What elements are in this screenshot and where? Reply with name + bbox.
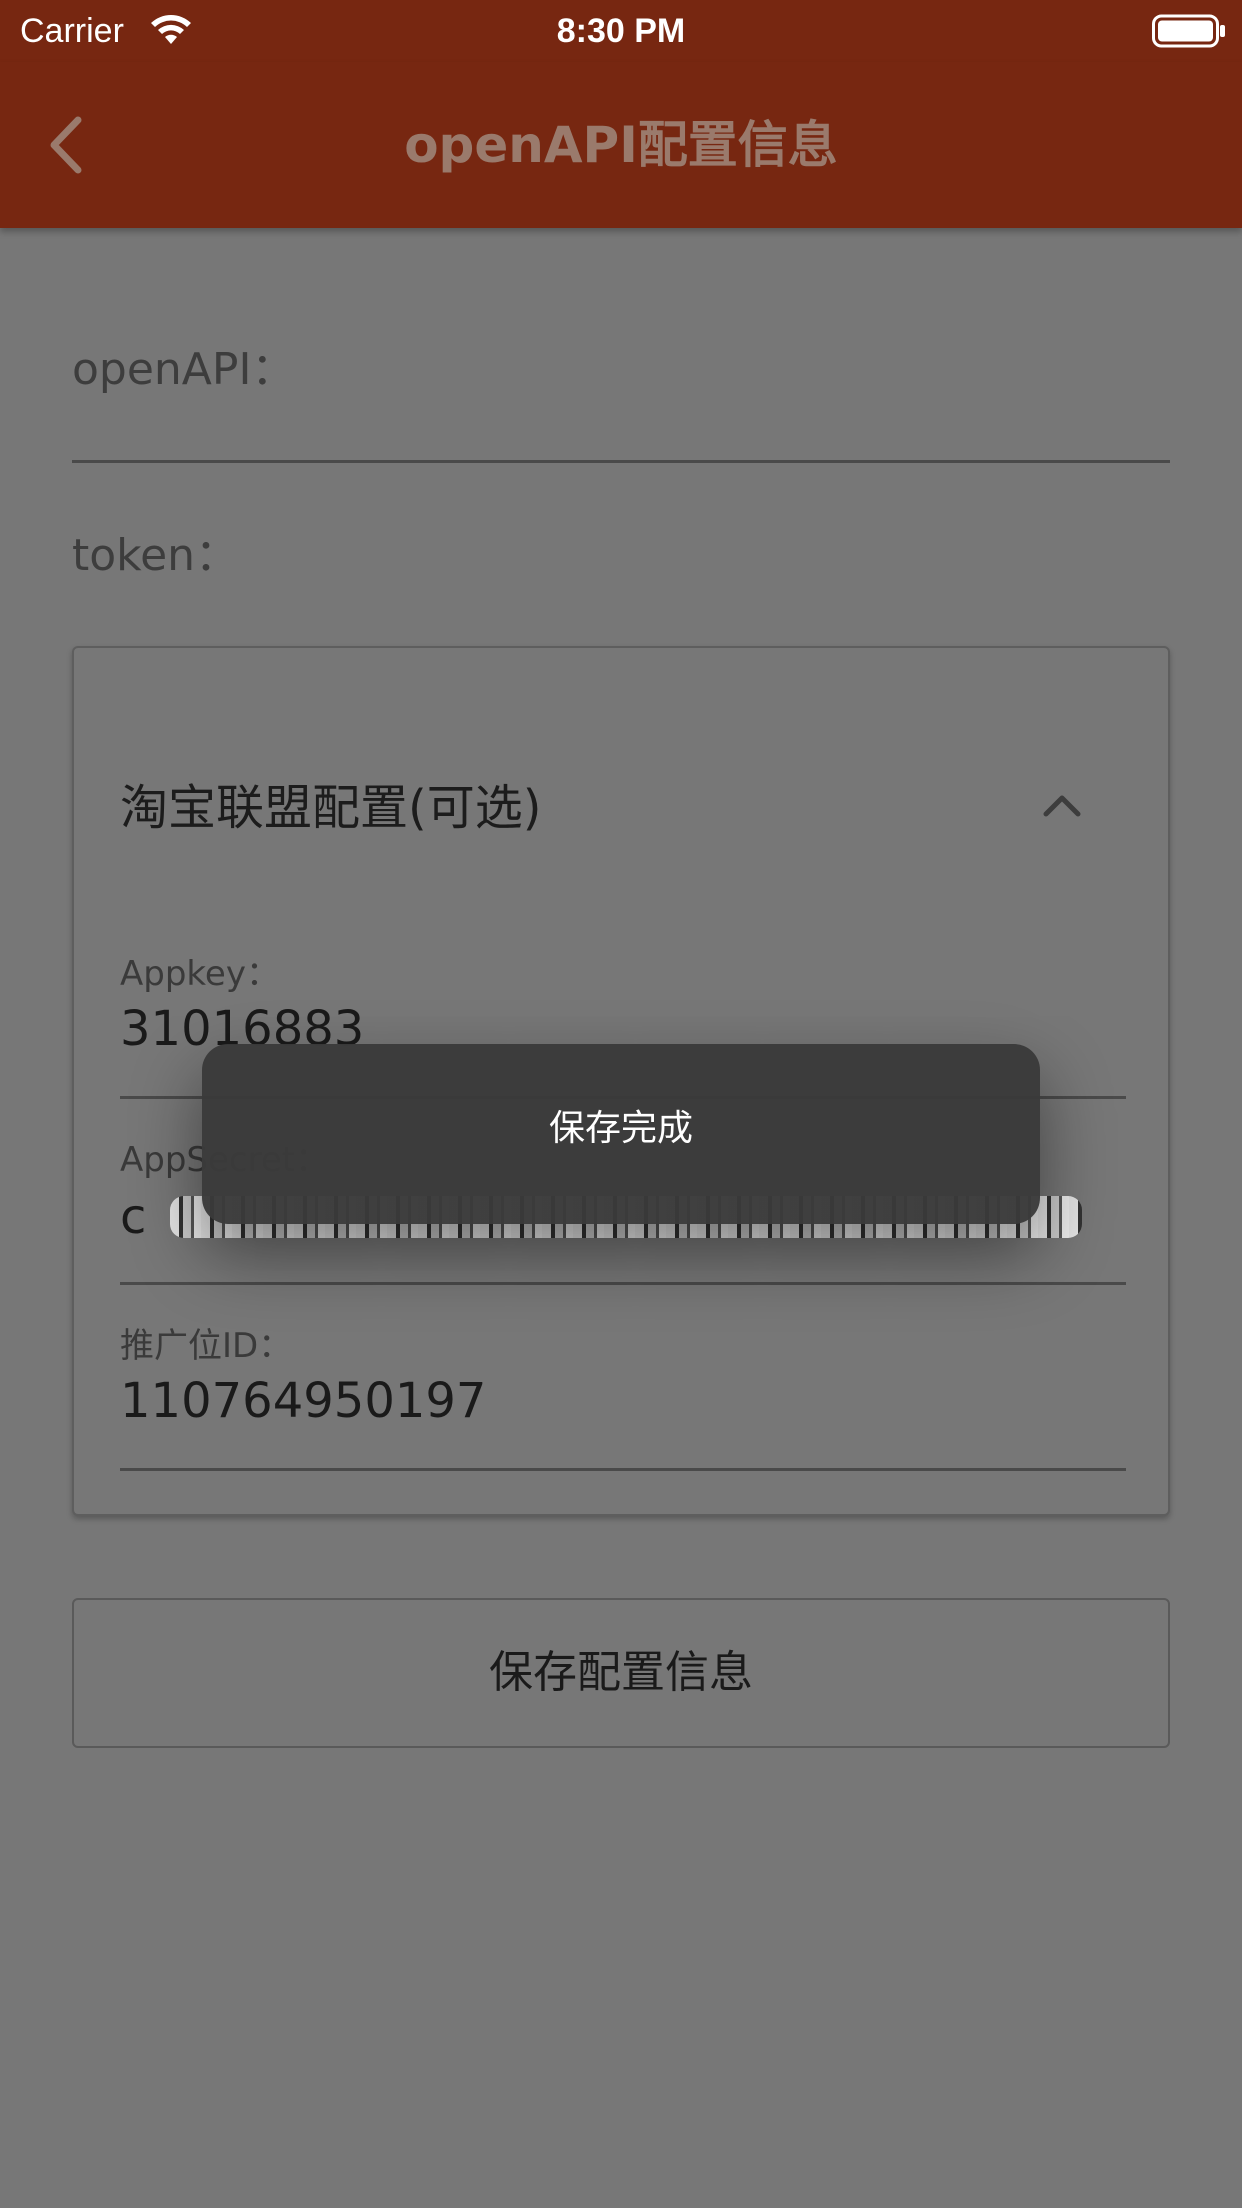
appkey-label: Appkey： <box>120 954 280 994</box>
taobao-config-header[interactable]: 淘宝联盟配置(可选) <box>74 748 1168 868</box>
openapi-field-label[interactable]: openAPI： <box>72 340 295 400</box>
adzone-id-input[interactable]: 110764950197 <box>120 1370 486 1432</box>
toast: 保存完成 <box>202 1044 1040 1224</box>
nav-bar: openAPI配置信息 <box>0 62 1242 228</box>
adzone-id-label: 推广位ID： <box>120 1326 293 1366</box>
taobao-config-title: 淘宝联盟配置(可选) <box>120 780 542 836</box>
toast-message: 保存完成 <box>548 1108 693 1149</box>
adzone-id-underline <box>120 1468 1126 1471</box>
token-field-label[interactable]: token： <box>72 526 239 586</box>
status-bar: Carrier 8:30 PM <box>0 0 1242 62</box>
save-config-button[interactable]: 保存配置信息 <box>72 1598 1170 1748</box>
openapi-field-underline <box>72 460 1170 463</box>
battery-icon <box>1152 14 1225 48</box>
page-title: openAPI配置信息 <box>404 116 838 174</box>
appsecret-underline <box>120 1282 1126 1285</box>
chevron-up-icon[interactable] <box>1040 790 1084 820</box>
clock: 8:30 PM <box>556 12 686 50</box>
